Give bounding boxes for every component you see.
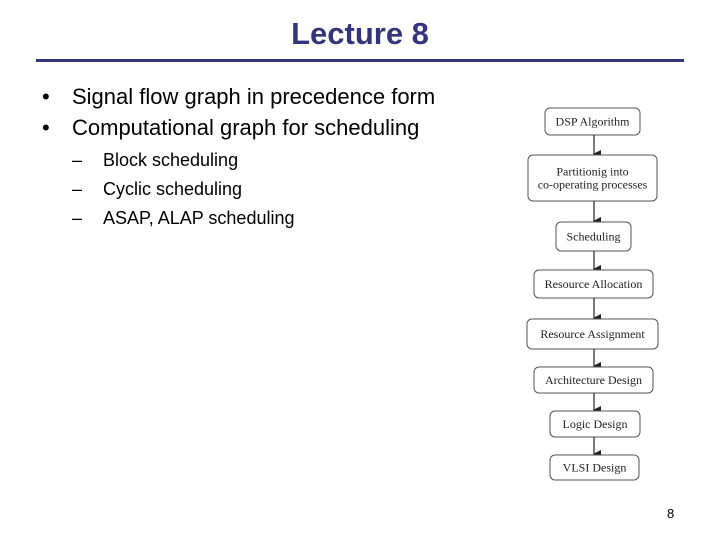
flow-step-label: Partitionig into — [556, 165, 628, 179]
flow-step-label: Resource Assignment — [540, 327, 645, 341]
design-flow-diagram: DSP Algorithm Partitionig intoco-operatin… — [526, 107, 659, 481]
flow-step-label: Architecture Design — [545, 373, 642, 387]
flow-step: Partitionig intoco-operating processes — [527, 154, 658, 202]
flow-step-label: Resource Allocation — [545, 277, 643, 291]
page-number: 8 — [667, 506, 675, 521]
flow-step: Architecture Design — [533, 366, 654, 394]
flow-step-label: VLSI Design — [563, 461, 627, 475]
flow-step-label: co-operating processes — [538, 178, 648, 192]
flow-step: Resource Allocation — [533, 269, 654, 299]
flow-step-label: Scheduling — [567, 230, 621, 244]
flow-step-label: DSP Algorithm — [556, 115, 631, 129]
flow-step: Scheduling — [555, 221, 632, 252]
flow-step-label: Logic Design — [563, 417, 628, 431]
flow-step: DSP Algorithm — [544, 107, 641, 136]
flow-step: VLSI Design — [549, 454, 640, 481]
flow-step: Resource Assignment — [526, 318, 659, 350]
flow-step: Logic Design — [549, 410, 641, 438]
